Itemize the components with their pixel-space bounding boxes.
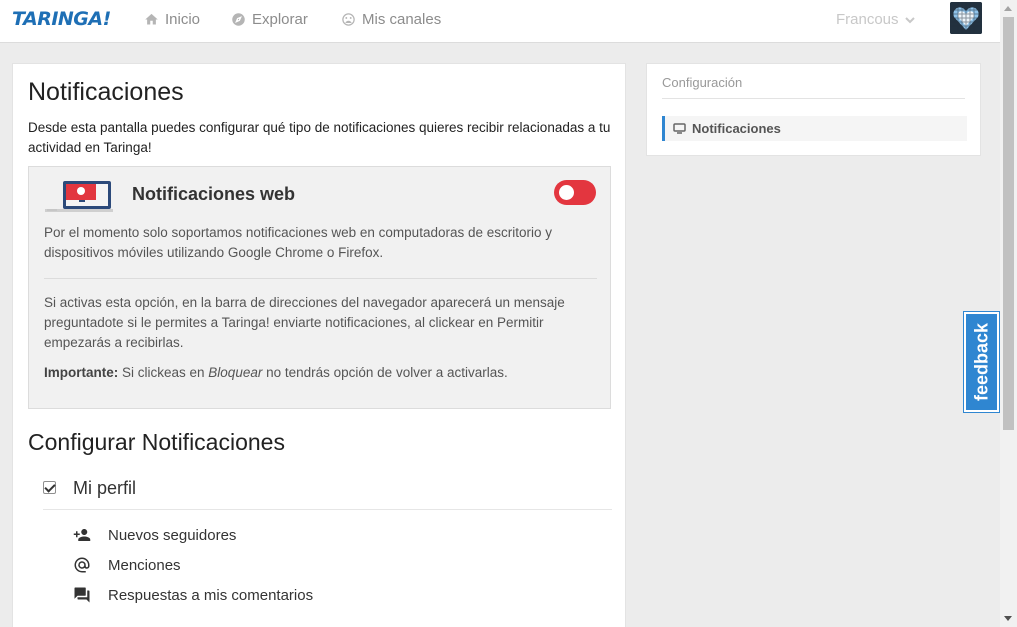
at-icon (74, 557, 90, 573)
configure-title: Configurar Notificaciones (28, 429, 285, 455)
settings-sidebar: Configuración Notificaciones (646, 63, 981, 156)
taringa-logo[interactable]: TARINGA! (12, 8, 111, 30)
profile-checkbox[interactable] (43, 481, 56, 494)
web-notifications-box: Notificaciones web Por el momento solo s… (28, 166, 611, 409)
top-bar: TARINGA! Inicio Explorar Mis canales Fra… (0, 0, 1017, 43)
profile-section-row: Mi perfil (43, 476, 612, 510)
nav-inicio[interactable]: Inicio (144, 11, 200, 28)
web-activation-text: Si activas esta opción, en la barra de d… (44, 295, 565, 350)
laptop-notification-icon (45, 181, 113, 212)
sidebar-title: Configuración (662, 75, 743, 90)
scroll-thumb[interactable] (1003, 17, 1014, 430)
nav-explorar-label: Explorar (252, 11, 308, 28)
user-menu[interactable]: Francous (836, 11, 915, 28)
compass-icon (232, 13, 245, 26)
respuestas-label: Respuestas a mis comentarios (108, 586, 314, 604)
list-item-nuevos-seguidores[interactable]: Nuevos seguidores (73, 526, 236, 544)
web-important-text: Importante: Si clickeas en Bloquear no t… (44, 363, 599, 383)
page-title: Notificaciones (28, 78, 184, 106)
bloquear-text: Bloquear (208, 365, 263, 380)
nav-mis-canales-label: Mis canales (362, 11, 442, 28)
profile-label: Mi perfil (73, 478, 137, 498)
list-item-respuestas[interactable]: Respuestas a mis comentarios (73, 586, 313, 604)
important-text-a: Si clickeas en (118, 365, 209, 380)
nuevos-seguidores-label: Nuevos seguidores (108, 526, 237, 544)
user-name: Francous (836, 11, 899, 28)
vertical-scrollbar[interactable] (1000, 0, 1017, 627)
feedback-label: feedback (971, 322, 991, 402)
add-person-icon (73, 529, 91, 541)
web-notifications-title: Notificaciones web (132, 184, 296, 204)
smiley-icon (342, 13, 355, 26)
nav-explorar[interactable]: Explorar (231, 11, 308, 28)
nav-inicio-label: Inicio (165, 11, 201, 28)
home-icon (145, 13, 158, 25)
important-text-b: no tendrás opción de volver a activarlas… (262, 365, 508, 380)
feedback-button[interactable]: feedback (963, 311, 1000, 413)
scroll-up-button[interactable] (1000, 0, 1017, 17)
divider (662, 98, 965, 99)
important-label: Importante: (44, 365, 119, 380)
notifications-card: Notificaciones Desde esta pantalla puede… (12, 63, 626, 627)
chat-icon (74, 587, 90, 603)
page-description: Desde esta pantalla puedes configurar qu… (28, 120, 611, 155)
sidebar-item-notificaciones[interactable]: Notificaciones (662, 116, 967, 141)
chevron-down-icon (904, 16, 915, 23)
sidebar-item-label: Notificaciones (692, 121, 781, 136)
nav-mis-canales[interactable]: Mis canales (341, 11, 441, 28)
avatar[interactable] (950, 2, 982, 34)
menciones-label: Menciones (108, 556, 181, 574)
list-item-menciones[interactable]: Menciones (73, 556, 181, 574)
web-support-text: Por el momento solo soportamos notificac… (44, 225, 553, 260)
divider (44, 278, 597, 279)
monitor-icon (673, 123, 686, 134)
web-notifications-toggle[interactable] (554, 180, 596, 205)
scroll-down-button[interactable] (1000, 610, 1017, 627)
